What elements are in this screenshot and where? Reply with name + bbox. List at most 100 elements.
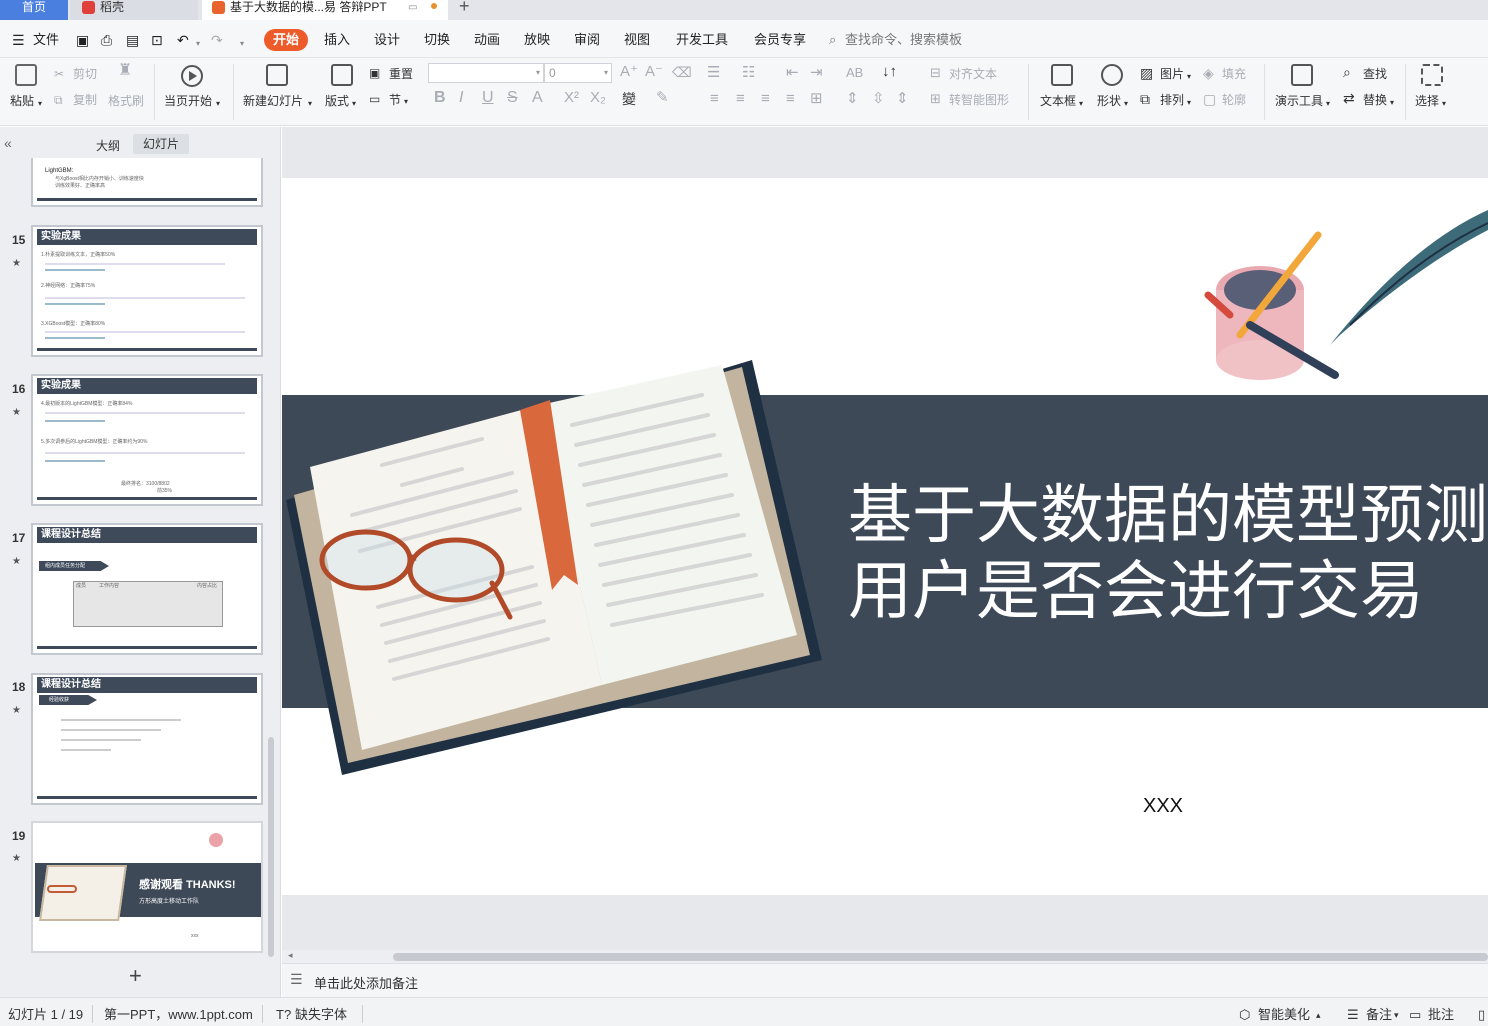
cut-icon[interactable]: ✂ (54, 67, 64, 81)
menu-view[interactable]: 视图 (624, 32, 650, 48)
search-icon[interactable]: ⌕ (829, 32, 836, 48)
picture-dropdown-icon[interactable]: ▾ (1187, 70, 1191, 84)
quick-access-dropdown-icon[interactable]: ▾ (240, 36, 244, 52)
find-icon[interactable]: ⌕ (1343, 65, 1351, 79)
notes-area[interactable]: ☰ 单击此处添加备注 (282, 963, 1488, 997)
format-painter-icon[interactable]: ♜ (118, 63, 132, 79)
numbering-icon[interactable]: ☷ (742, 65, 755, 80)
replace-button[interactable]: 替换 (1363, 93, 1387, 107)
redo-icon[interactable]: ↷ (211, 32, 223, 48)
notes-dropdown-icon[interactable]: ▾ (1394, 1007, 1399, 1023)
layout-button[interactable]: 版式 (325, 94, 349, 108)
play-icon[interactable] (181, 65, 203, 87)
new-slide-dropdown-icon[interactable]: ▾ (308, 97, 312, 111)
align-right-icon[interactable]: ≡ (761, 91, 770, 106)
present-tool-dropdown-icon[interactable]: ▾ (1326, 97, 1330, 111)
print-preview-icon[interactable]: ⊡ (151, 32, 163, 48)
menu-slideshow[interactable]: 放映 (524, 32, 550, 48)
layout-dropdown-icon[interactable]: ▾ (352, 97, 356, 111)
smart-graphic-button[interactable]: 转智能图形 (949, 93, 1009, 107)
line-spacing-icon[interactable]: ⇕ (846, 91, 859, 106)
picture-icon[interactable]: ▨ (1140, 66, 1153, 80)
normal-view-icon[interactable]: ▯ (1478, 1007, 1485, 1023)
format-painter-button[interactable]: 格式刷 (108, 94, 144, 108)
smart-beautify-dropdown-icon[interactable]: ▴ (1316, 1007, 1321, 1023)
from-current-button[interactable]: 当页开始 (164, 94, 212, 108)
font-name-select[interactable]: ▾ (428, 63, 544, 83)
underline-icon[interactable]: U (482, 90, 494, 106)
reset-button[interactable]: 重置 (389, 67, 413, 81)
shape-icon[interactable] (1101, 64, 1123, 86)
section-icon[interactable]: ▭ (369, 92, 380, 106)
subscript-icon[interactable]: X₂ (590, 90, 606, 105)
paste-button[interactable]: 粘贴 (10, 94, 34, 108)
select-dropdown-icon[interactable]: ▾ (1442, 97, 1446, 111)
textbox-dropdown-icon[interactable]: ▾ (1079, 97, 1083, 111)
arrange-button[interactable]: 排列 (1160, 93, 1184, 107)
section-dropdown-icon[interactable]: ▾ (404, 95, 408, 109)
monitor-icon[interactable]: ▭ (408, 1, 417, 15)
present-tool-button[interactable]: 演示工具 (1275, 94, 1323, 108)
menu-animation[interactable]: 动画 (474, 32, 500, 48)
tab-home[interactable]: 首页 (0, 0, 68, 20)
clear-format-icon[interactable]: ⌫ (672, 65, 692, 79)
menu-transition[interactable]: 切换 (424, 32, 450, 48)
notes-toggle-button[interactable]: 备注 (1366, 1007, 1392, 1023)
comments-icon[interactable]: ▭ (1409, 1007, 1421, 1023)
tab-document[interactable]: 基于大数据的模...易 答辩PPT ▭ (202, 0, 448, 20)
layout-icon[interactable] (331, 64, 353, 86)
text-direction-icon[interactable]: AB (846, 66, 863, 80)
line-spacing-sort-icon[interactable]: ↓↑ (882, 64, 897, 79)
notes-toggle-icon[interactable]: ☰ (1347, 1007, 1359, 1023)
align-text-button[interactable]: 对齐文本 (949, 67, 997, 81)
smart-beautify-icon[interactable]: ⬡ (1239, 1007, 1250, 1023)
slide-thumbnail-19[interactable]: 感谢观看 THANKS! 方形高度土移动工作队 xxx (31, 821, 263, 953)
scroll-left-icon[interactable]: ◂ (288, 950, 293, 961)
slide-thumbnail-16[interactable]: 实验成果 4.最初版本的LightGBM模型：正确率84% 5.多次调参后的Li… (31, 374, 263, 506)
tab-daoke[interactable]: 稻壳 (70, 0, 198, 20)
replace-icon[interactable]: ⇄ (1343, 91, 1355, 105)
replace-dropdown-icon[interactable]: ▾ (1390, 96, 1394, 110)
slide-title-line-2[interactable]: 用户是否会进行交易 (848, 556, 1424, 628)
menu-member[interactable]: 会员专享 (754, 32, 806, 48)
decrease-indent-icon[interactable]: ⇤ (786, 65, 799, 80)
add-slide-plus-icon[interactable]: + (129, 963, 142, 989)
phonetic-icon[interactable]: 變 (622, 92, 636, 106)
textbox-button[interactable]: 文本框 (1040, 94, 1076, 108)
section-button[interactable]: 节 (389, 93, 401, 107)
menu-developer[interactable]: 开发工具 (676, 32, 728, 48)
smart-graphic-icon[interactable]: ⊞ (930, 92, 941, 106)
theme-name[interactable]: 第一PPT，www.1ppt.com (104, 1007, 253, 1023)
slide-author[interactable]: XXX (1143, 795, 1183, 818)
spacing-more-icon[interactable]: ⇕ (896, 91, 909, 106)
tab-outline[interactable]: 大纲 (96, 137, 120, 154)
arrange-icon[interactable]: ⧉ (1140, 92, 1150, 106)
new-tab-plus-icon[interactable]: + (459, 0, 470, 17)
increase-indent-icon[interactable]: ⇥ (810, 65, 823, 80)
slide-thumbnail-14[interactable]: LightGBM: 与XgBoost相比内存开销小、训练速度快 训练效果好、正确… (31, 158, 263, 207)
font-size-select[interactable]: 0 ▾ (544, 63, 612, 83)
select-icon[interactable] (1421, 64, 1443, 86)
outline-button[interactable]: 轮廓 (1222, 93, 1246, 107)
menu-insert[interactable]: 插入 (324, 32, 350, 48)
distribute-icon[interactable]: ⊞ (810, 91, 823, 106)
from-current-dropdown-icon[interactable]: ▾ (216, 97, 220, 111)
cut-button[interactable]: 剪切 (73, 67, 97, 81)
panel-scrollbar[interactable] (268, 737, 274, 957)
italic-icon[interactable]: I (459, 90, 463, 106)
slide-thumbnail-17[interactable]: 课程设计总结 组内成员任务分配 成员 工作内容 内容占比 (31, 523, 263, 655)
smart-beautify-button[interactable]: 智能美化 (1258, 1007, 1310, 1023)
fill-icon[interactable]: ◈ (1203, 66, 1214, 80)
find-button[interactable]: 查找 (1363, 67, 1387, 81)
menu-design[interactable]: 设计 (374, 32, 400, 48)
slide-title-line-1[interactable]: 基于大数据的模型预测 (848, 480, 1488, 552)
new-slide-button[interactable]: 新建幻灯片 (243, 94, 303, 108)
reset-icon[interactable]: ▣ (369, 66, 380, 80)
paragraph-spacing-icon[interactable]: ⇳ (872, 91, 885, 106)
slide-thumbnail-15[interactable]: 实验成果 1.朴素提取训练文本，正确率50% 2.神经网络：正确率75% 3.X… (31, 225, 263, 357)
menu-review[interactable]: 审阅 (574, 32, 600, 48)
align-text-icon[interactable]: ⊟ (930, 66, 941, 80)
arrange-dropdown-icon[interactable]: ▾ (1187, 96, 1191, 110)
justify-icon[interactable]: ≡ (786, 91, 795, 106)
shape-dropdown-icon[interactable]: ▾ (1124, 97, 1128, 111)
